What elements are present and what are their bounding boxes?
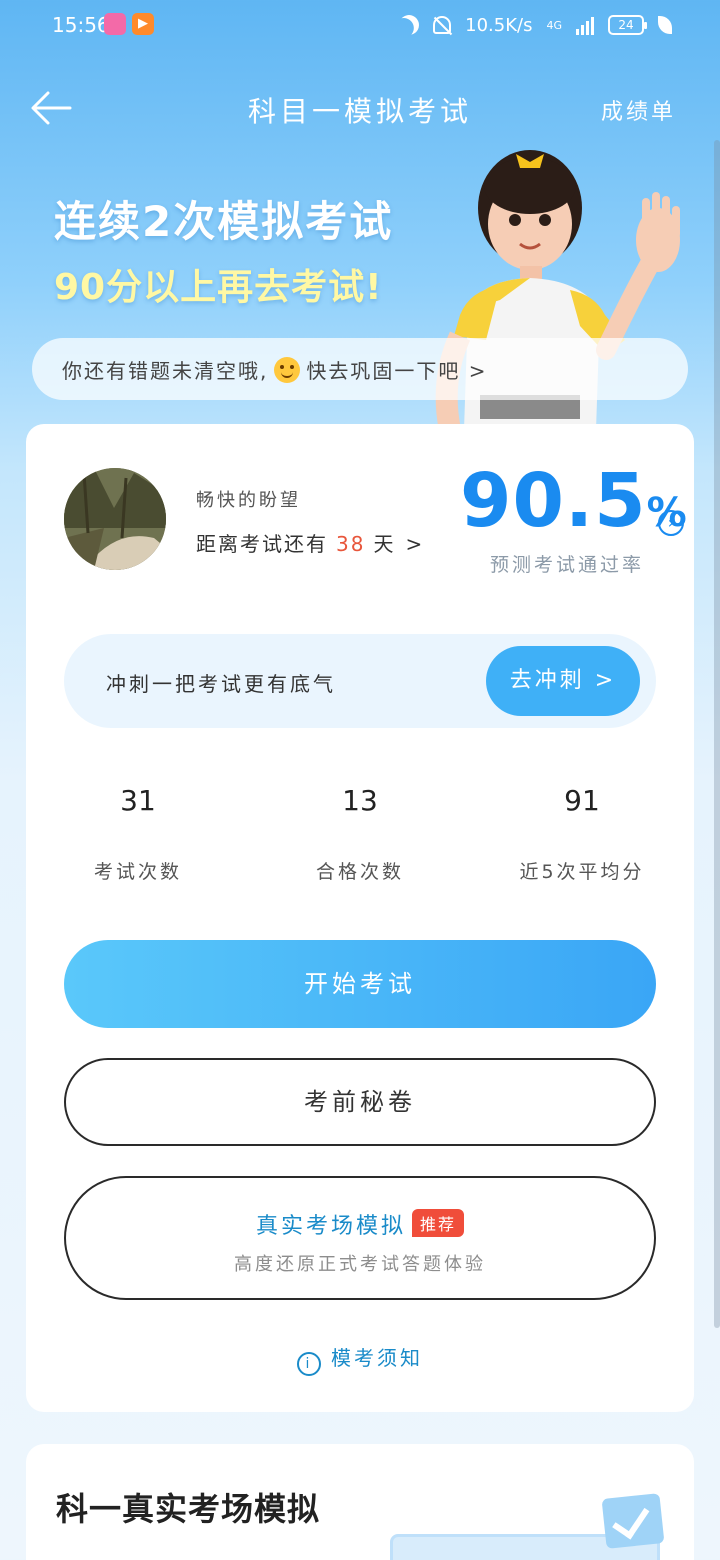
tip-text: 你还有错题未清空哦, 快去巩固一下吧 > [62,355,487,384]
sprint-text: 冲刺一把考试更有底气 [106,672,336,696]
banner-headline: 连续2次模拟考试 [54,197,394,246]
stat-value: 91 [564,784,600,817]
smile-emoji-icon [274,357,301,383]
stat-value: 13 [342,784,378,817]
signal-icon [576,15,594,35]
network-type: 4G [546,18,562,32]
network-speed: 10.5K/s [465,14,533,36]
info-icon: i [297,1352,321,1376]
secret-papers-button[interactable]: 考前秘卷 [64,1058,656,1146]
status-bar: 15:56 ▶ 10.5K/s 4G 24 [0,0,720,52]
stat-label: 考试次数 [93,861,182,883]
sprint-button[interactable]: 去冲刺 > [486,646,640,716]
exam-notice-link[interactable]: i 模考须知 [26,1342,694,1376]
user-name: 畅快的盼望 [196,490,301,511]
stat-label: 合格次数 [315,861,404,883]
countdown-prefix: 距离考试还有 [196,532,328,556]
status-indicators: 10.5K/s 4G 24 [399,11,672,39]
start-exam-button[interactable]: 开始考试 [64,940,656,1028]
checkmark-icon [601,1493,665,1549]
countdown-days: 38 [336,532,366,556]
avatar[interactable] [64,468,166,570]
stat-exam-count: 31 考试次数 [38,784,238,884]
exam-notice-label: 模考须知 [331,1346,423,1370]
real-exam-simulation-button[interactable]: 真实考场模拟 推荐 高度还原正式考试答题体验 [64,1176,656,1300]
sprint-banner: 冲刺一把考试更有底气 去冲刺 > [64,634,656,728]
muted-bell-icon [433,16,452,34]
pass-rate-label: 预测考试通过率 [490,554,645,576]
exam-countdown[interactable]: 距离考试还有 38 天 > [196,528,424,557]
do-not-disturb-icon [395,11,422,38]
banner-subheadline: 90分以上再去考试! [54,267,383,308]
section-title: 科一真实考场模拟 [56,1490,321,1528]
real-exam-title-row: 真实考场模拟 推荐 [66,1208,654,1240]
avatar-landscape-image [64,468,166,570]
stat-average-score: 91 近5次平均分 [482,784,682,884]
tip-text-before: 你还有错题未清空哦, [62,359,269,383]
recommend-badge: 推荐 [412,1209,465,1237]
pass-rate[interactable]: 90.5% [460,458,688,544]
real-exam-title: 真实考场模拟 [255,1214,406,1239]
scrollbar[interactable] [714,140,720,1328]
real-exam-card[interactable]: 科一真实考场模拟 [26,1444,694,1560]
countdown-suffix: 天 [373,532,396,556]
app-notification-icon [104,13,126,35]
tip-text-after: 快去巩固一下吧 > [306,359,488,383]
exam-overview-card: 畅快的盼望 距离考试还有 38 天 > 90.5% › 预测考试通过率 冲刺一把考试更… [26,424,694,1412]
chevron-right-icon: > [405,532,425,556]
video-app-notification-icon: ▶ [132,13,154,35]
stat-value: 31 [120,784,156,817]
battery-icon: 24 [608,15,647,35]
stat-label: 近5次平均分 [519,861,645,883]
chevron-circle-right-icon[interactable]: › [658,510,684,536]
pass-rate-value: 90.5 [460,458,647,544]
wrong-questions-tip[interactable]: 你还有错题未清空哦, 快去巩固一下吧 > [32,338,688,400]
real-exam-subtitle: 高度还原正式考试答题体验 [234,1254,486,1275]
leaf-icon [658,16,672,34]
status-time: 15:56 [52,13,110,37]
score-report-link[interactable]: 成绩单 [601,94,676,126]
stat-pass-count: 13 合格次数 [260,784,460,884]
